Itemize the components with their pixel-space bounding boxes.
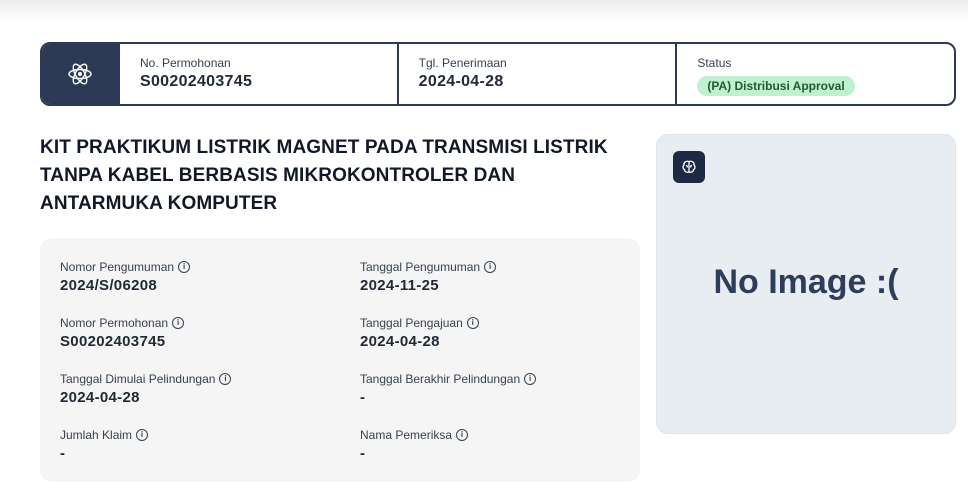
status-cell: Status (PA) Distribusi Approval (675, 44, 954, 104)
detail-item: Nomor Permohonan i S00202403745 (60, 315, 360, 355)
page-title: KIT PRAKTIKUM LISTRIK MAGNET PADA TRANSM… (40, 137, 608, 214)
info-icon[interactable]: i (178, 261, 191, 273)
detail-item: Tanggal Berakhir Pelindungan i - (360, 371, 620, 411)
atom-icon (68, 63, 92, 85)
application-header: No. Permohonan S00202403745 Tgl. Penerim… (40, 42, 956, 106)
detail-value: 2024-11-25 (360, 277, 439, 294)
header-icon-box (42, 44, 118, 104)
detail-value: 2024-04-28 (60, 389, 140, 406)
detail-value: - (60, 445, 66, 462)
details-grid: Nomor Pengumuman i 2024/S/06208 Tanggal P… (60, 259, 620, 467)
info-icon[interactable]: i (219, 373, 232, 385)
detail-value: 2024-04-28 (360, 333, 440, 350)
detail-label: Tanggal Pengajuan (360, 316, 463, 330)
detail-item: Nomor Pengumuman i 2024/S/06208 (60, 259, 360, 299)
no-image-placeholder: No Image :( (713, 263, 899, 301)
detail-label: Tanggal Dimulai Pelindungan (60, 372, 216, 386)
receipt-date-cell: Tgl. Penerimaan 2024-04-28 (396, 44, 676, 104)
info-icon[interactable]: i (466, 317, 479, 329)
info-icon[interactable]: i (456, 429, 469, 441)
detail-value: - (360, 389, 366, 406)
detail-item: Jumlah Klaim i - (60, 427, 360, 467)
detail-label: Nomor Pengumuman (60, 260, 175, 274)
brain-button[interactable] (673, 151, 705, 183)
detail-label: Nomor Permohonan (60, 316, 169, 330)
detail-value: 2024/S/06208 (60, 277, 158, 294)
detail-label: Tanggal Pengumuman (360, 260, 481, 274)
brain-icon (682, 160, 696, 173)
receipt-date-label: Tgl. Penerimaan (418, 56, 507, 70)
detail-value: S00202403745 (60, 333, 166, 350)
application-number-label: No. Permohonan (140, 56, 231, 70)
info-icon[interactable]: i (172, 317, 185, 329)
detail-label: Nama Pemeriksa (360, 428, 453, 442)
detail-value: - (360, 445, 366, 462)
top-bar-shadow (0, 0, 968, 22)
detail-label: Jumlah Klaim (60, 428, 133, 442)
detail-label: Tanggal Berakhir Pelindungan (360, 372, 521, 386)
detail-item: Nama Pemeriksa i - (360, 427, 620, 467)
image-panel: No Image :( (656, 134, 956, 434)
info-icon[interactable]: i (136, 429, 149, 441)
application-number-value: S00202403745 (140, 73, 253, 90)
receipt-date-value: 2024-04-28 (418, 73, 504, 90)
details-card: Nomor Pengumuman i 2024/S/06208 Tanggal P… (40, 238, 640, 482)
detail-item: Tanggal Pengajuan i 2024-04-28 (360, 315, 620, 355)
info-icon[interactable]: i (484, 261, 497, 273)
info-icon[interactable]: i (524, 373, 537, 385)
status-label: Status (697, 56, 732, 70)
detail-item: Tanggal Pengumuman i 2024-11-25 (360, 259, 620, 299)
detail-item: Tanggal Dimulai Pelindungan i 2024-04-28 (60, 371, 360, 411)
application-number-cell: No. Permohonan S00202403745 (118, 44, 397, 104)
status-badge: (PA) Distribusi Approval (697, 76, 855, 96)
